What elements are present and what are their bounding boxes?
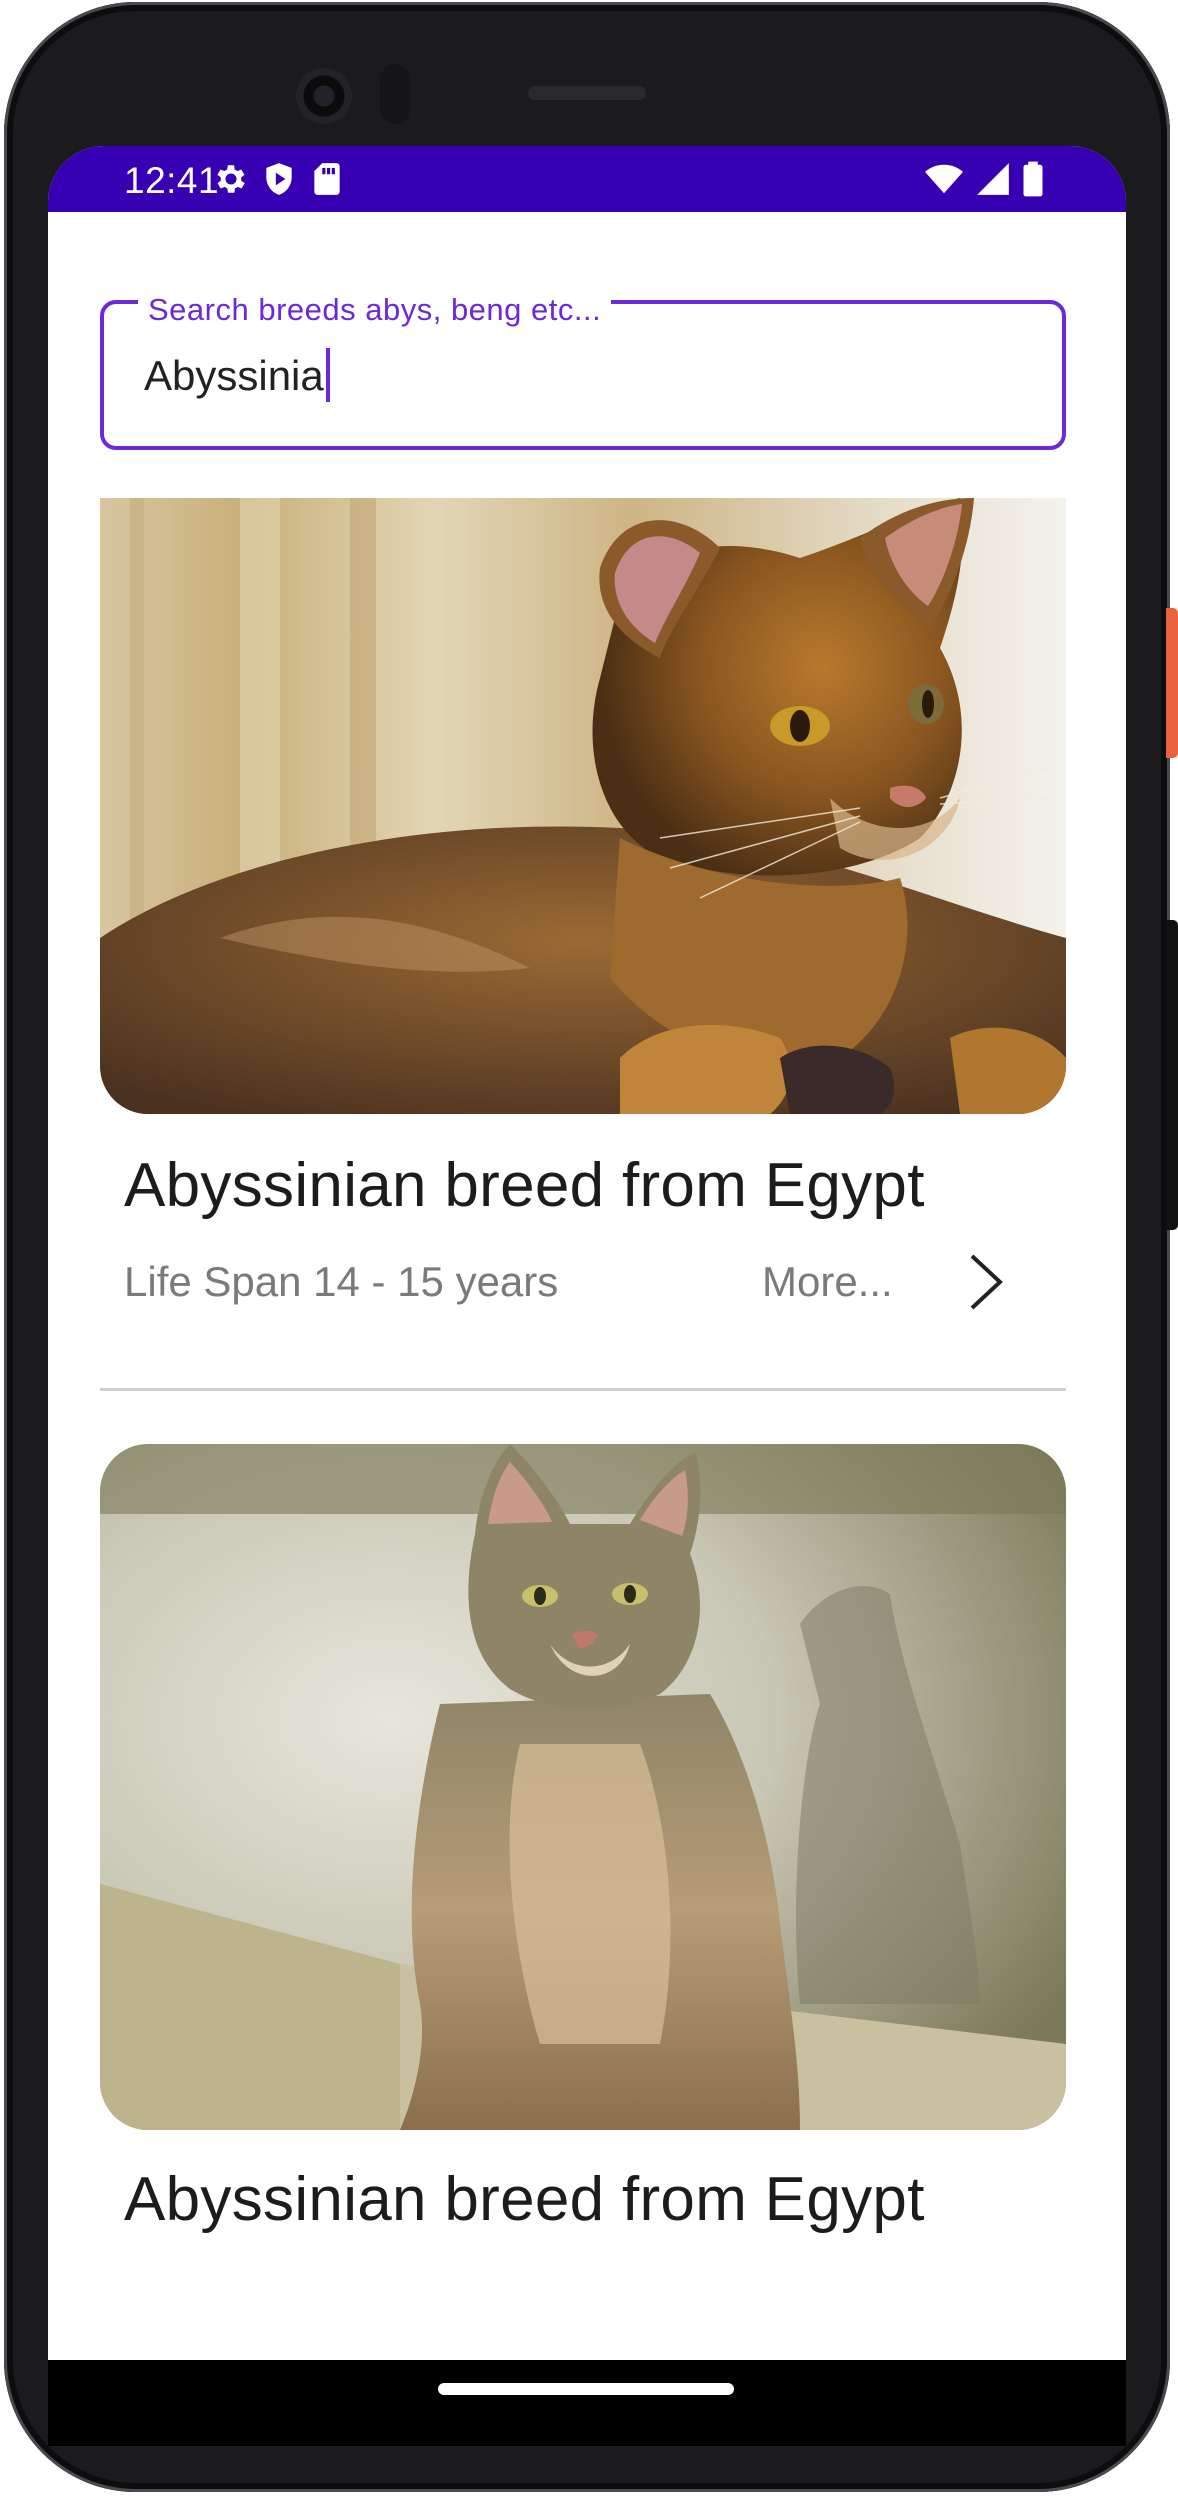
phone-frame: 12:41 Search breeds abys, beng etc... Ab…	[0, 0, 1178, 2498]
breed-search[interactable]: Search breeds abys, beng etc... Abyssini…	[100, 292, 1066, 450]
cat-photo-lying	[100, 498, 1066, 1114]
navigation-bar	[48, 2360, 1126, 2446]
chevron-right-icon[interactable]	[964, 1250, 1008, 1314]
breed-title: Abyssinian breed from Egypt	[124, 1151, 925, 1220]
breed-card[interactable]: Abyssinian breed from Egypt	[100, 1444, 1066, 2294]
sd-card-icon	[314, 163, 340, 195]
status-bar: 12:41	[48, 146, 1126, 212]
search-value-row[interactable]: Abyssinia	[144, 348, 330, 402]
app-screen: 12:41 Search breeds abys, beng etc... Ab…	[48, 146, 1126, 2360]
volume-button	[1166, 920, 1178, 1230]
breed-title: Abyssinian breed from Egypt	[124, 2165, 925, 2234]
cat-photo-sitting	[100, 1444, 1066, 2130]
front-camera	[296, 68, 352, 124]
breed-image	[100, 1444, 1066, 2130]
search-label: Search breeds abys, beng etc...	[138, 292, 612, 328]
breed-image	[100, 498, 1066, 1114]
proximity-sensor	[380, 64, 410, 124]
shield-play-icon	[266, 163, 292, 195]
status-time: 12:41	[124, 160, 220, 201]
battery-icon	[1023, 161, 1043, 197]
breed-card[interactable]: Abyssinian breed from Egypt Life Span 14…	[100, 498, 1066, 1391]
life-span: Life Span 14 - 15 years	[124, 1258, 559, 1305]
earpiece-speaker	[528, 86, 646, 100]
gear-icon	[217, 165, 245, 193]
power-button	[1166, 608, 1178, 758]
search-input[interactable]: Search breeds abys, beng etc... Abyssini…	[100, 292, 1066, 450]
more-link[interactable]: More...	[762, 1258, 893, 1306]
text-caret	[325, 348, 330, 402]
cell-signal-icon	[977, 163, 1009, 195]
search-value[interactable]: Abyssinia	[144, 352, 324, 399]
wifi-icon	[925, 164, 963, 194]
card-divider	[100, 1388, 1066, 1391]
home-pill[interactable]	[438, 2383, 734, 2395]
